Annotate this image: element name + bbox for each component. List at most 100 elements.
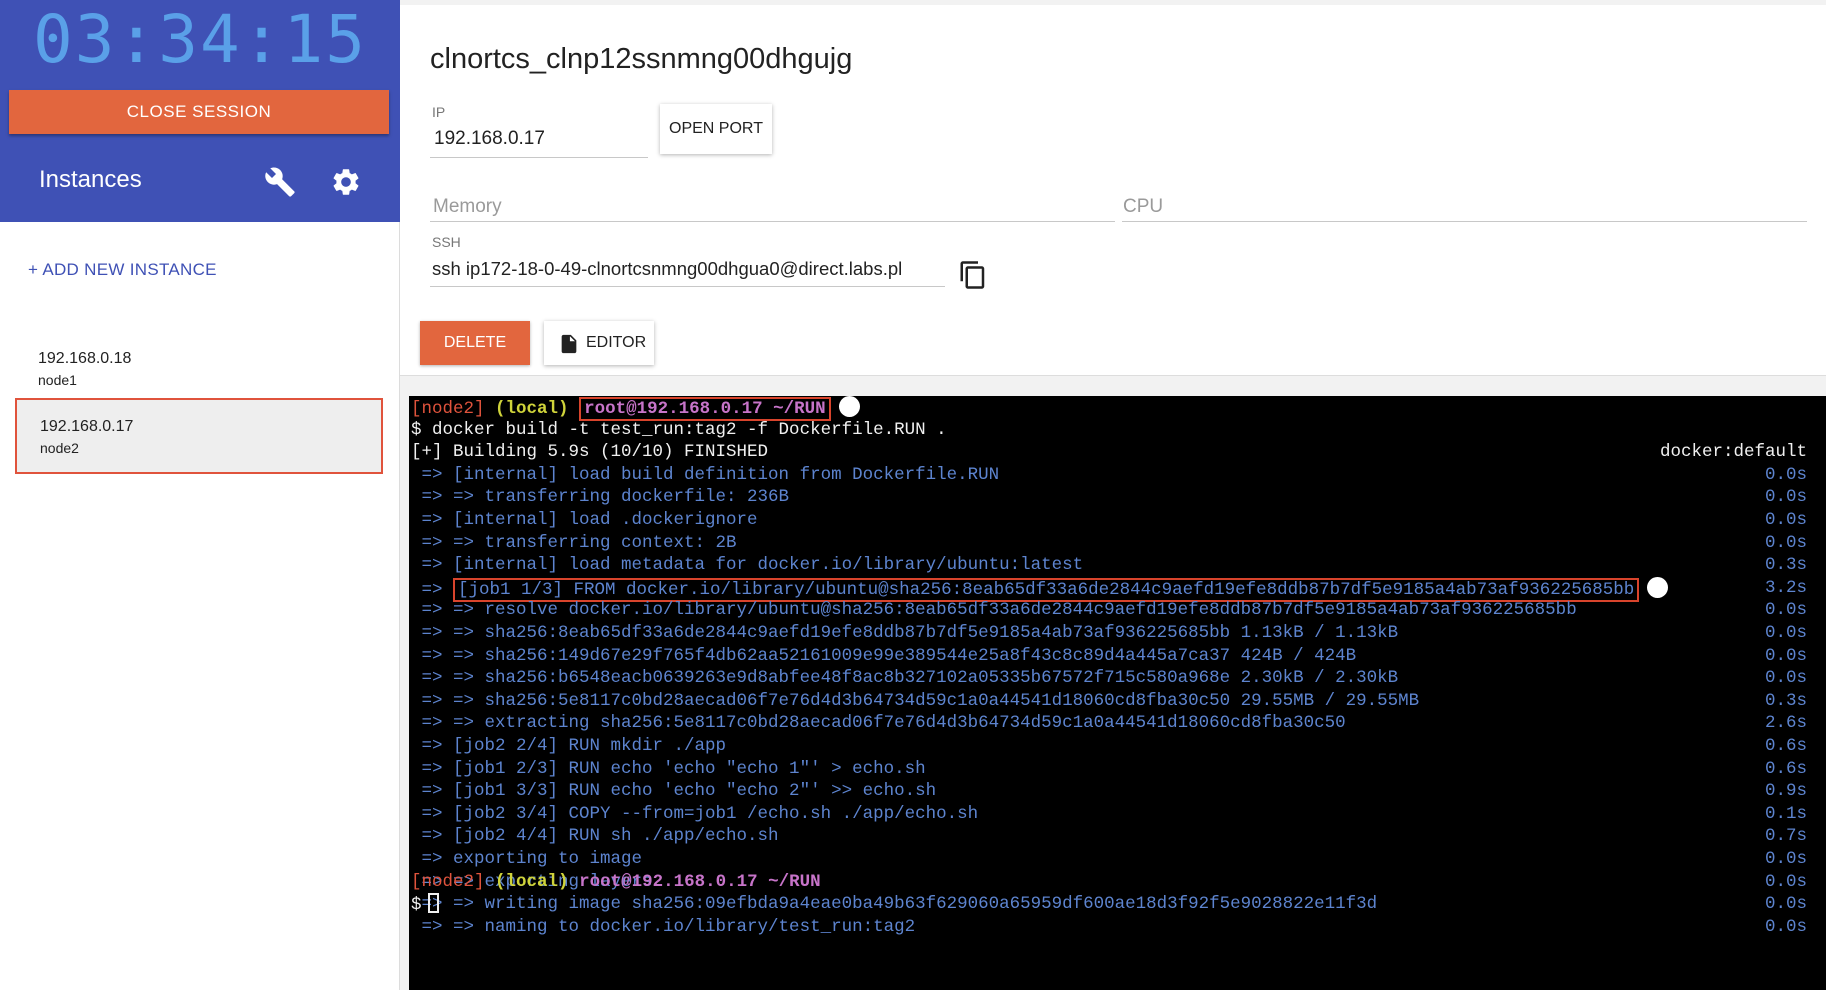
- step-text: => => naming to docker.io/library/test_r…: [411, 916, 916, 937]
- instance-panel: clnortcs_clnp12ssnmng00dhgujg IP 192.168…: [400, 5, 1826, 376]
- step-duration: 0.3s: [1764, 555, 1807, 576]
- instance-title: clnortcs_clnp12ssnmng00dhgujg: [430, 43, 853, 75]
- build-step-line: => [internal] load metadata for docker.i…: [411, 554, 1823, 577]
- step-text: => => transferring dockerfile: 236B: [411, 487, 790, 508]
- build-step-line: => => transferring dockerfile: 236B 0.0s: [411, 486, 1823, 509]
- step-duration: 0.0s: [1764, 623, 1807, 643]
- file-icon: [561, 334, 577, 354]
- terminal-cursor: [427, 893, 439, 914]
- step-duration: 0.0s: [1764, 668, 1807, 689]
- build-step-line: => => naming to docker.io/library/test_r…: [411, 916, 1823, 939]
- step-duration: 0.0s: [1764, 916, 1807, 937]
- build-step-line: => [job1 1/3] FROM docker.io/library/ubu…: [411, 576, 1823, 602]
- prompt-local: (local): [495, 399, 569, 419]
- step-text: => [internal] load metadata for docker.i…: [411, 555, 1084, 576]
- open-port-button[interactable]: OPEN PORT: [660, 104, 772, 154]
- ip-field-underline: [430, 157, 648, 158]
- build-step-line: => => sha256:b6548eacb0639263e9d8abfee48…: [411, 667, 1823, 690]
- annotation-circle: [1647, 576, 1669, 598]
- instance-list-item[interactable]: 192.168.0.18 node1: [15, 332, 383, 408]
- step-duration: 0.6s: [1764, 758, 1807, 779]
- step-duration: 0.7s: [1764, 826, 1807, 847]
- prompt-path: root@192.168.0.17 ~/RUN: [579, 397, 831, 421]
- terminal[interactable]: [node2] (local) root@192.168.0.17 ~/RUN …: [409, 396, 1826, 990]
- step-duration: 0.0s: [1764, 849, 1807, 869]
- step-text: => => resolve docker.io/library/ubuntu@s…: [411, 600, 1577, 621]
- instance-ip: 192.168.0.18: [38, 350, 132, 367]
- step-duration: 0.0s: [1764, 645, 1807, 666]
- build-step-line: => => sha256:8eab65df33a6de2844c9aefd19e…: [411, 622, 1823, 645]
- terminal-building-line: [+] Building 5.9s (10/10) FINISHED docker…: [411, 441, 1823, 464]
- build-step-line: => => resolve docker.io/library/ubuntu@s…: [411, 599, 1823, 622]
- ssh-label: SSH: [432, 234, 461, 250]
- step-duration: 3.2s: [1764, 577, 1807, 598]
- build-step-line: => => sha256:5e8117c0bd28aecad06f7e76d4d…: [411, 690, 1823, 713]
- prompt-node: [node2]: [411, 399, 485, 419]
- gear-icon[interactable]: [330, 166, 362, 198]
- step-prefix: =>: [411, 579, 454, 600]
- step-duration: 0.0s: [1764, 510, 1807, 530]
- delete-button[interactable]: DELETE: [420, 321, 530, 365]
- step-duration: 2.6s: [1764, 713, 1807, 734]
- add-new-instance-button[interactable]: + ADD NEW INSTANCE: [28, 260, 217, 280]
- build-step-line: => [job1 2/3] RUN echo 'echo "echo 1"' >…: [411, 758, 1823, 781]
- instance-list-item-selected[interactable]: 192.168.0.17 node2: [15, 398, 383, 474]
- step-text: => [internal] load build definition from…: [411, 464, 1000, 485]
- build-step-line: => [internal] load build definition from…: [411, 464, 1823, 487]
- app-root: 03:34:15 CLOSE SESSION Instances + ADD N…: [0, 0, 1826, 990]
- ssh-command-field[interactable]: ssh ip172-18-0-49-clnortcsnmng00dhgua0@d…: [432, 258, 942, 280]
- build-step-line: => [job2 3/4] COPY --from=job1 /echo.sh …: [411, 803, 1823, 826]
- instance-name: node1: [38, 372, 77, 388]
- step-duration: 0.0s: [1764, 600, 1807, 621]
- instance-name: node2: [40, 440, 79, 456]
- step-text: => [job2 3/4] COPY --from=job1 /echo.sh …: [411, 803, 979, 824]
- step-duration: 0.0s: [1764, 532, 1807, 553]
- step-text-highlighted: [job1 1/3] FROM docker.io/library/ubuntu…: [453, 577, 1640, 602]
- step-text: => => sha256:149d67e29f765f4db62aa521610…: [411, 645, 1357, 666]
- editor-button[interactable]: EDITOR: [544, 321, 654, 365]
- terminal-prompt-line: [node2] (local) root@192.168.0.17 ~/RUN: [411, 871, 1823, 894]
- terminal-prompt-line: [node2] (local) root@192.168.0.17 ~/RUN: [411, 396, 1823, 421]
- sidebar: 03:34:15 CLOSE SESSION Instances + ADD N…: [0, 0, 400, 990]
- memory-field-underline: [430, 221, 1115, 222]
- step-text: => [job2 2/4] RUN mkdir ./app: [411, 736, 727, 756]
- annotation-circle: [838, 396, 860, 417]
- step-text: => => extracting sha256:5e8117c0bd28aeca…: [411, 713, 1346, 734]
- step-duration: 0.3s: [1764, 690, 1807, 711]
- ip-field[interactable]: 192.168.0.17: [434, 128, 545, 150]
- step-text: => => sha256:5e8117c0bd28aecad06f7e76d4d…: [411, 690, 1420, 711]
- memory-field: Memory: [433, 196, 502, 217]
- build-step-line: => => sha256:149d67e29f765f4db62aa521610…: [411, 645, 1823, 668]
- step-duration: 0.9s: [1764, 781, 1807, 802]
- instance-ip: 192.168.0.17: [40, 418, 134, 435]
- step-text: => => sha256:8eab65df33a6de2844c9aefd19e…: [411, 623, 1399, 643]
- ssh-field-underline: [430, 286, 945, 287]
- step-duration: 0.1s: [1764, 803, 1807, 824]
- close-session-button[interactable]: CLOSE SESSION: [9, 90, 389, 134]
- sidebar-header: 03:34:15 CLOSE SESSION Instances: [0, 0, 400, 222]
- instances-title: Instances: [39, 166, 142, 193]
- step-text: => => transferring context: 2B: [411, 532, 737, 553]
- cpu-field-underline: [1122, 221, 1807, 222]
- prompt-path: root@192.168.0.17 ~/RUN: [579, 871, 821, 892]
- session-timer: 03:34:15: [33, 1, 367, 78]
- ip-label: IP: [432, 104, 446, 120]
- prompt-node: [node2]: [411, 871, 485, 892]
- terminal-input-line[interactable]: $: [411, 893, 1823, 916]
- step-text: => [job2 4/4] RUN sh ./app/echo.sh: [411, 826, 779, 847]
- cpu-field: CPU: [1123, 196, 1164, 217]
- terminal-command-line: $ docker build -t test_run:tag2 -f Docke…: [411, 419, 947, 440]
- step-duration: 0.6s: [1764, 736, 1807, 756]
- build-step-line: => [job2 4/4] RUN sh ./app/echo.sh 0.7s: [411, 825, 1823, 848]
- building-status: [+] Building 5.9s (10/10) FINISHED: [411, 442, 769, 463]
- wrench-icon[interactable]: [264, 166, 296, 198]
- editor-button-label: EDITOR: [586, 334, 647, 351]
- build-step-line: => [job1 3/3] RUN echo 'echo "echo 2"' >…: [411, 780, 1823, 803]
- prompt-local: (local): [495, 871, 569, 892]
- step-text: => exporting to image: [411, 849, 643, 869]
- build-step-line: => exporting to image 0.0s: [411, 848, 1823, 871]
- prompt-symbol: $: [411, 895, 422, 916]
- step-text: => [job1 3/3] RUN echo 'echo "echo 2"' >…: [411, 781, 937, 802]
- build-step-line: => => transferring context: 2B 0.0s: [411, 532, 1823, 555]
- copy-icon[interactable]: [958, 259, 988, 291]
